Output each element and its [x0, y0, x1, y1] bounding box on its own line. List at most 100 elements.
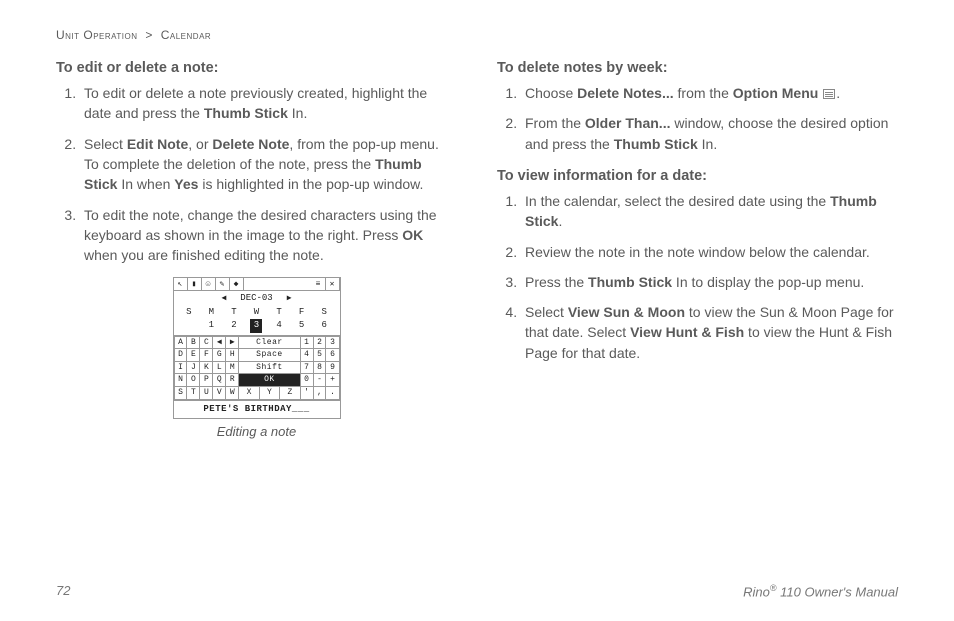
tool-icon: ✎: [216, 278, 230, 290]
registered-mark: ®: [770, 583, 777, 593]
option-menu-icon: [823, 89, 835, 99]
figure-caption: Editing a note: [56, 423, 457, 442]
key: 6: [326, 349, 339, 362]
signal-icon: ▮: [188, 278, 202, 290]
figure-date-row: ◀ DEC-03 ▶: [174, 291, 340, 306]
term-view-sun-moon: View Sun & Moon: [568, 304, 685, 320]
week-day: T: [228, 306, 240, 319]
day-num: [183, 319, 195, 332]
term-view-hunt-fish: View Hunt & Fish: [630, 324, 744, 340]
figure-date-label: DEC-03: [234, 292, 278, 305]
term-option-menu: Option Menu: [733, 85, 819, 101]
prev-arrow-icon: ◀: [221, 293, 226, 305]
week-day: T: [273, 306, 285, 319]
term-thumb-stick: Thumb Stick: [588, 274, 672, 290]
breadcrumb-sep: >: [145, 28, 153, 42]
page-footer: 72 Rino® 110 Owner's Manual: [56, 583, 898, 599]
key: 7: [300, 361, 313, 374]
page-number: 72: [56, 583, 70, 599]
key: D: [174, 349, 187, 362]
step-text: is highlighted in the pop-up window.: [198, 176, 423, 192]
term-older-than: Older Than...: [585, 115, 671, 131]
key: S: [174, 386, 187, 399]
step-text: , or: [188, 136, 212, 152]
step-text: To edit the note, change the desired cha…: [84, 207, 437, 243]
step-text: .: [836, 85, 840, 101]
list-item: To edit the note, change the desired cha…: [80, 205, 457, 266]
contact-icon: ☺: [202, 278, 216, 290]
key: A: [174, 336, 187, 349]
key: ▶: [226, 336, 239, 349]
key: U: [200, 386, 213, 399]
key: F: [200, 349, 213, 362]
figure-wrap: ↖ ▮ ☺ ✎ ◆ ≡ ✕ ◀ DEC-03 ▶: [56, 277, 457, 441]
step-text: In when: [117, 176, 174, 192]
key: .: [326, 386, 339, 399]
footer-title-name: Rino: [743, 584, 770, 599]
menu-icon: ≡: [312, 278, 326, 290]
term-edit-note: Edit Note: [127, 136, 188, 152]
key: Y: [259, 386, 279, 399]
list-item: Select View Sun & Moon to view the Sun &…: [521, 302, 898, 363]
step-text: Review the note in the note window below…: [525, 244, 870, 260]
manual-page: Unit Operation > Calendar To edit or del…: [0, 0, 954, 621]
step-text: Select: [525, 304, 568, 320]
step-text: From the: [525, 115, 585, 131]
list-item: To edit or delete a note previously crea…: [80, 83, 457, 124]
day-num: 1: [205, 319, 217, 332]
term-thumb-stick: Thumb Stick: [204, 105, 288, 121]
step-text: In the calendar, select the desired date…: [525, 193, 830, 209]
step-text: .: [558, 213, 562, 229]
breadcrumb-page: Calendar: [161, 28, 211, 42]
week-day: W: [250, 306, 262, 319]
week-day: S: [183, 306, 195, 319]
key-clear: Clear: [239, 336, 300, 349]
key: 8: [313, 361, 326, 374]
step-text: In to display the pop-up menu.: [672, 274, 864, 290]
key: E: [187, 349, 200, 362]
week-day: M: [205, 306, 217, 319]
term-delete-note: Delete Note: [212, 136, 289, 152]
list-item: From the Older Than... window, choose th…: [521, 113, 898, 154]
list-item: Press the Thumb Stick In to display the …: [521, 272, 898, 292]
key: 9: [326, 361, 339, 374]
term-yes: Yes: [174, 176, 198, 192]
key: N: [174, 374, 187, 387]
breadcrumb: Unit Operation > Calendar: [56, 28, 898, 42]
key: 0: [300, 374, 313, 387]
footer-title-rest: 110 Owner's Manual: [777, 584, 898, 599]
key: M: [226, 361, 239, 374]
step-text: In.: [288, 105, 307, 121]
key: L: [213, 361, 226, 374]
key: 3: [326, 336, 339, 349]
key: T: [187, 386, 200, 399]
heading-view-info-for-date: To view information for a date:: [497, 166, 898, 187]
key: J: [187, 361, 200, 374]
steps-delete-notes-by-week: Choose Delete Notes... from the Option M…: [497, 83, 898, 154]
step-text: In.: [698, 136, 717, 152]
key: K: [200, 361, 213, 374]
list-item: Select Edit Note, or Delete Note, from t…: [80, 134, 457, 195]
key: 2: [313, 336, 326, 349]
key: O: [187, 374, 200, 387]
day-num: 4: [273, 319, 285, 332]
figure-week-numbers: 1 2 3 4 5 6: [174, 319, 340, 335]
sat-icon: ◆: [230, 278, 244, 290]
list-item: Choose Delete Notes... from the Option M…: [521, 83, 898, 103]
list-item: Review the note in the note window below…: [521, 242, 898, 262]
key-space: Space: [239, 349, 300, 362]
content-columns: To edit or delete a note: To edit or del…: [56, 56, 898, 441]
close-icon: ✕: [326, 278, 340, 290]
key: 5: [313, 349, 326, 362]
heading-delete-notes-by-week: To delete notes by week:: [497, 58, 898, 79]
device-screenshot-figure: ↖ ▮ ☺ ✎ ◆ ≡ ✕ ◀ DEC-03 ▶: [173, 277, 341, 418]
key: C: [200, 336, 213, 349]
heading-edit-delete-note: To edit or delete a note:: [56, 58, 457, 79]
figure-week-header: S M T W T F S: [174, 306, 340, 319]
key: 4: [300, 349, 313, 362]
key: H: [226, 349, 239, 362]
list-item: In the calendar, select the desired date…: [521, 191, 898, 232]
step-text: from the: [674, 85, 733, 101]
day-num: 6: [318, 319, 330, 332]
key: ,: [313, 386, 326, 399]
